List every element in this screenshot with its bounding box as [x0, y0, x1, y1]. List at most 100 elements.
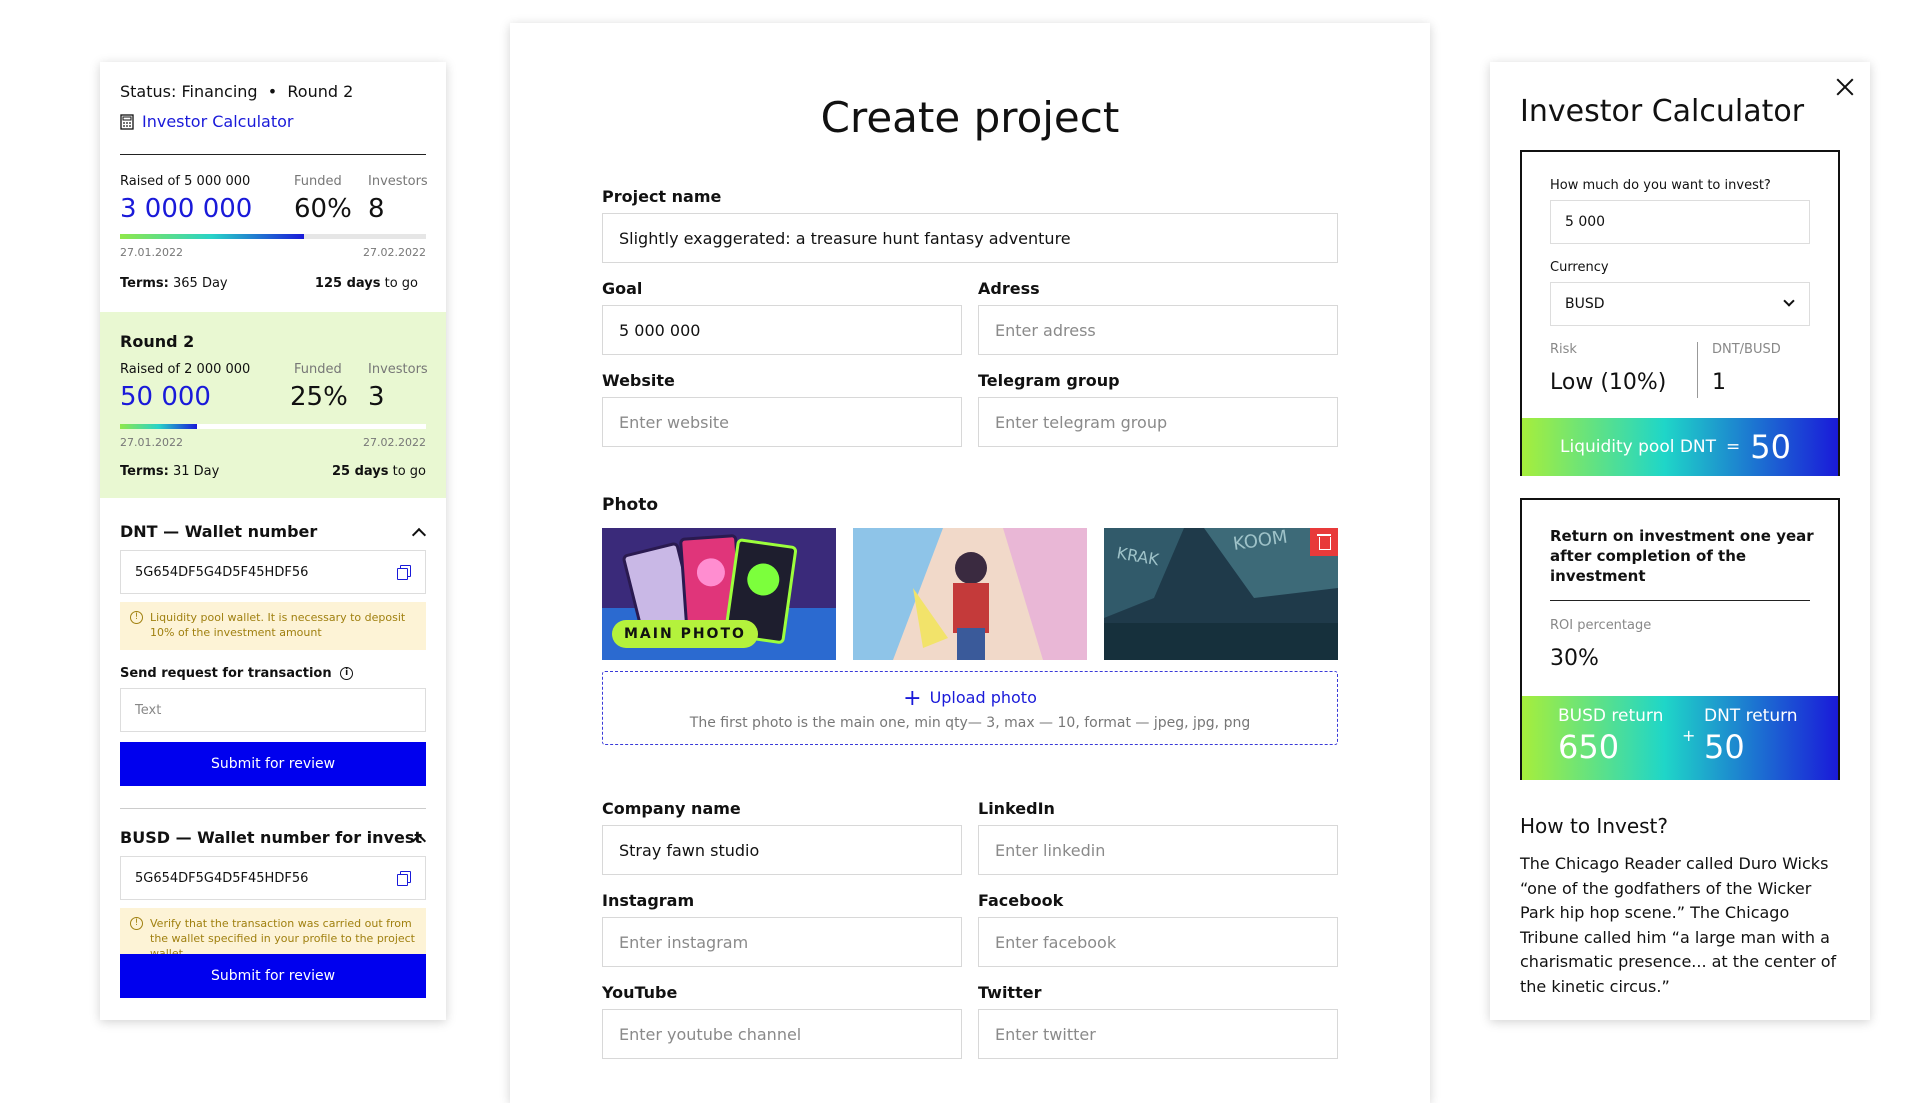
ratio-value: 1: [1712, 370, 1726, 395]
roi-percentage-value: 30%: [1550, 646, 1599, 671]
raised-caption: Raised of 5 000 000: [120, 174, 250, 189]
busd-return-label: BUSD return: [1558, 706, 1664, 726]
dnt-wallet-field[interactable]: 5G654DF5G4D5F45HDF56: [120, 550, 426, 594]
invest-amount-input[interactable]: 5 000: [1550, 200, 1810, 244]
how-to-invest-body: The Chicago Reader called Duro Wicks “on…: [1520, 854, 1837, 996]
twitter-label: Twitter: [978, 983, 1042, 1002]
raised-goal: 5 000 000: [184, 174, 251, 189]
returns-bar: BUSD return 650 + DNT return 50: [1522, 696, 1838, 780]
divider: [120, 154, 426, 155]
liquidity-note-text: Liquidity pool wallet. It is necessary t…: [150, 611, 406, 639]
copy-icon[interactable]: [397, 565, 411, 580]
linkedin-label: LinkedIn: [978, 799, 1055, 818]
photo-thumbnail-2[interactable]: [853, 528, 1087, 660]
funding-progress-bar: [120, 234, 426, 239]
liquidity-pool-value: 50: [1750, 428, 1792, 466]
photo-thumbnail-3[interactable]: KRAK KOOM: [1104, 528, 1338, 660]
website-label: Website: [602, 371, 675, 390]
funding-progress-fill: [120, 234, 304, 239]
calculator-icon: [120, 113, 134, 130]
currency-select[interactable]: BUSD: [1550, 282, 1810, 326]
upload-photo-dropzone[interactable]: + Upload photo The first photo is the mai…: [602, 671, 1338, 745]
risk-value: Low (10%): [1550, 370, 1667, 395]
risk-label: Risk: [1550, 342, 1577, 357]
funded-value: 60%: [294, 194, 352, 224]
upload-photo-label: Upload photo: [929, 688, 1037, 707]
twitter-input[interactable]: Enter twitter: [978, 1009, 1338, 1059]
verify-note-text: Verify that the transaction was carried …: [150, 917, 415, 956]
raised-value: 3 000 000: [120, 194, 253, 224]
calculator-title: Investor Calculator: [1520, 94, 1805, 129]
website-input[interactable]: Enter website: [602, 397, 962, 447]
divider: [120, 808, 426, 809]
adventurer-artwork-image: [853, 528, 1087, 660]
company-input[interactable]: Stray fawn studio: [602, 825, 962, 875]
liquidity-pool-bar: Liquidity pool DNT = 50: [1522, 418, 1838, 476]
round-2-title: Round 2: [120, 332, 195, 351]
investor-calculator-link[interactable]: Investor Calculator: [120, 112, 293, 131]
copy-icon[interactable]: [397, 871, 411, 886]
terms: Terms: 365 Day: [120, 276, 228, 291]
ratio-label: DNT/BUSD: [1712, 342, 1781, 357]
busd-submit-button[interactable]: Submit for review: [120, 954, 426, 998]
investors-value: 8: [368, 194, 385, 224]
youtube-input[interactable]: Enter youtube channel: [602, 1009, 962, 1059]
comic-artwork-image: KRAK KOOM: [1104, 528, 1338, 660]
raised-prefix: Raised of: [120, 362, 181, 377]
chevron-down-icon: [1783, 295, 1795, 307]
currency-label: Currency: [1550, 260, 1609, 275]
investors-label: Investors: [368, 362, 428, 377]
round-2-progress-fill: [120, 424, 197, 429]
round-2-card: Round 2 Raised of 2 000 000 Funded Inves…: [100, 312, 446, 498]
facebook-input[interactable]: Enter facebook: [978, 917, 1338, 967]
round-label: Round 2: [287, 82, 354, 101]
round-2-raised-value: 50 000: [120, 382, 211, 412]
send-request-label: Send request for transaction i: [120, 666, 354, 681]
facebook-label: Facebook: [978, 891, 1064, 910]
photo-label: Photo: [602, 495, 659, 515]
telegram-input[interactable]: Enter telegram group: [978, 397, 1338, 447]
busd-wallet-title: BUSD — Wallet number for invest: [120, 828, 423, 847]
verify-warning-note: ! Verify that the transaction was carrie…: [120, 908, 426, 956]
address-input[interactable]: Enter adress: [978, 305, 1338, 355]
create-project-form: Create project Project name Slightly exa…: [510, 23, 1430, 1103]
status-line: Status: Financing • Round 2: [120, 82, 353, 101]
bullet: •: [262, 82, 283, 101]
goal-input[interactable]: 5 000 000: [602, 305, 962, 355]
status-value: Financing: [181, 82, 258, 101]
invest-question-label: How much do you want to invest?: [1550, 178, 1771, 193]
investor-calculator-panel: Investor Calculator How much do you want…: [1490, 62, 1870, 1020]
busd-wallet-field[interactable]: 5G654DF5G4D5F45HDF56: [120, 856, 426, 900]
divider: [1697, 342, 1698, 398]
busd-wallet-number: 5G654DF5G4D5F45HDF56: [135, 870, 309, 886]
project-name-input[interactable]: Slightly exaggerated: a treasure hunt fa…: [602, 213, 1338, 263]
project-name-label: Project name: [602, 187, 722, 206]
busd-return-value: 650: [1558, 728, 1620, 766]
main-photo-badge: MAIN PHOTO: [612, 620, 758, 648]
instagram-input[interactable]: Enter instagram: [602, 917, 962, 967]
investors-label: Investors: [368, 174, 428, 189]
plus-icon: +: [903, 686, 922, 711]
plus-sign: +: [1682, 726, 1696, 745]
start-date: 27.01.2022: [120, 436, 183, 449]
instagram-label: Instagram: [602, 891, 695, 910]
status-label: Status:: [120, 82, 177, 101]
youtube-label: YouTube: [602, 983, 678, 1002]
raised-goal: 2 000 000: [184, 362, 251, 377]
upload-photo-link[interactable]: + Upload photo: [603, 686, 1337, 711]
close-icon[interactable]: [1834, 76, 1856, 98]
chevron-up-icon[interactable]: [411, 527, 427, 543]
main-photo-thumbnail[interactable]: MAIN PHOTO: [602, 528, 836, 660]
linkedin-input[interactable]: Enter linkedin: [978, 825, 1338, 875]
calculator-link-label[interactable]: Investor Calculator: [142, 112, 293, 131]
transaction-request-input[interactable]: Text: [120, 688, 426, 732]
telegram-label: Telegram group: [978, 371, 1120, 390]
terms-label: Terms:: [120, 464, 169, 479]
funded-label: Funded: [294, 362, 342, 377]
info-icon[interactable]: i: [340, 667, 354, 680]
dnt-submit-button[interactable]: Submit for review: [120, 742, 426, 786]
roi-percentage-label: ROI percentage: [1550, 618, 1652, 633]
round-2-investors-value: 3: [368, 382, 385, 412]
upload-hint: The first photo is the main one, min qty…: [689, 715, 1251, 731]
delete-photo-icon[interactable]: [1310, 528, 1338, 556]
